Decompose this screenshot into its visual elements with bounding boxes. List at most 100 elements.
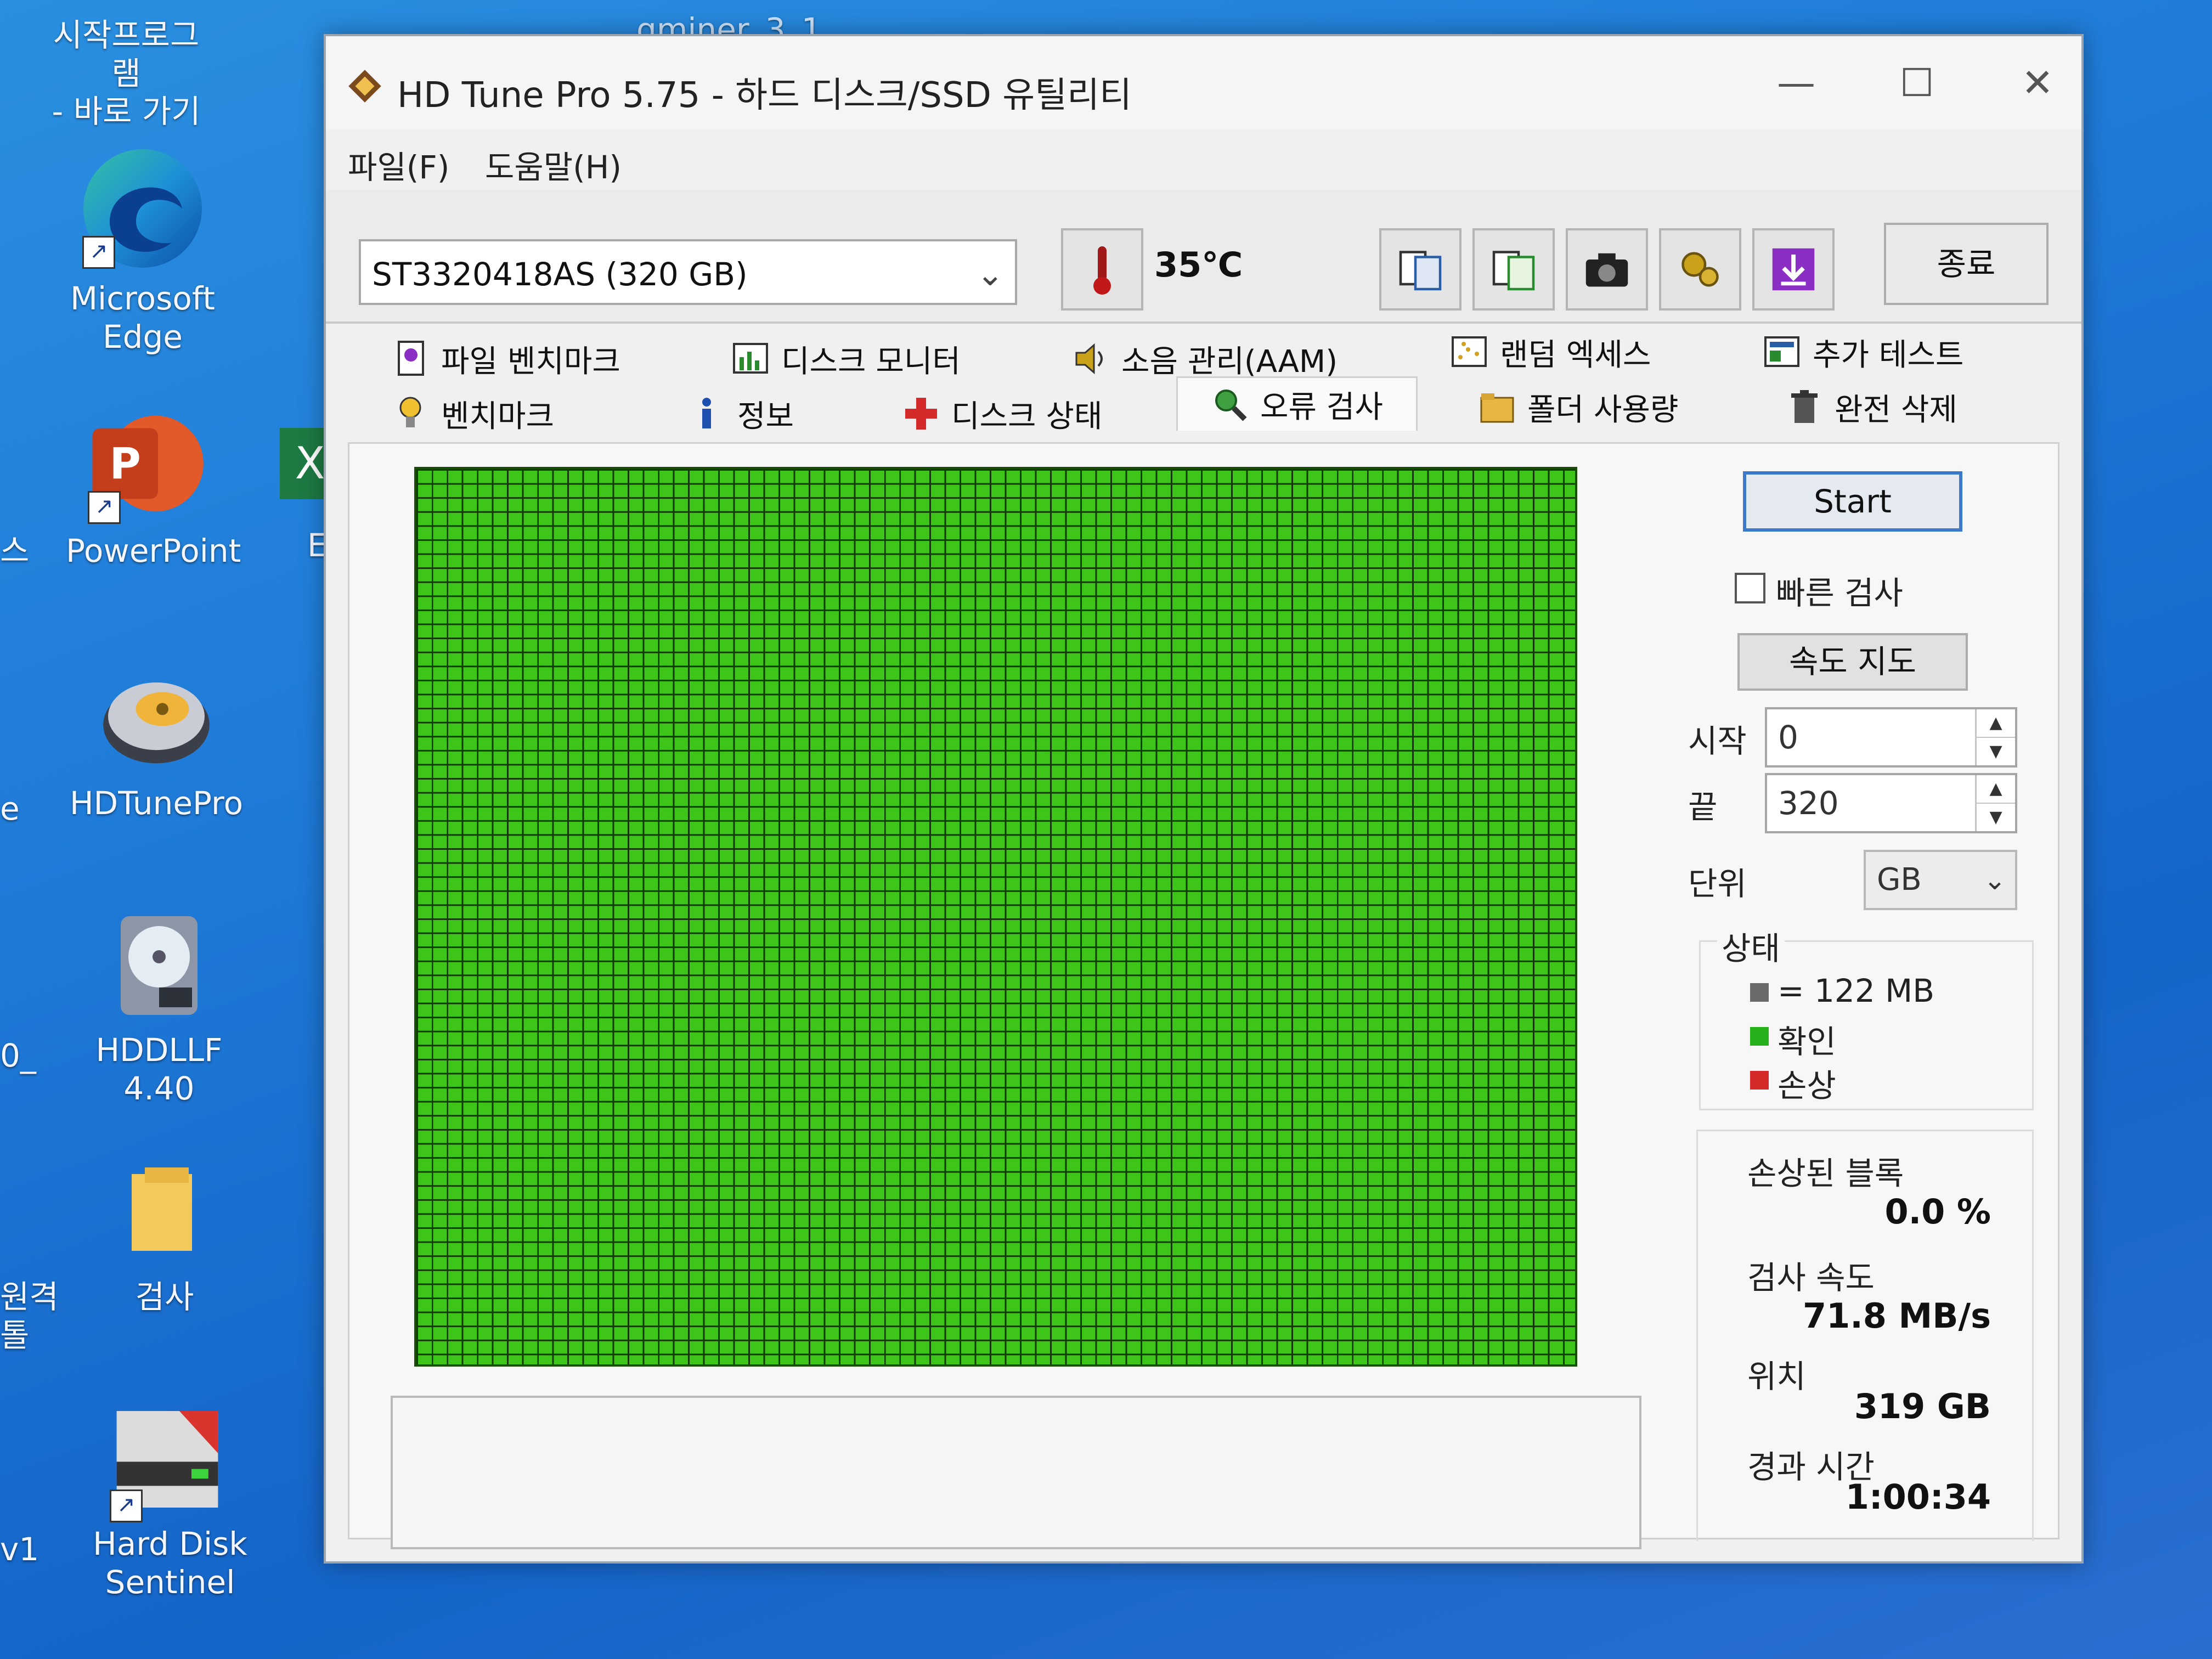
status-group: 상태 = 122 MB 확인 손상 <box>1699 923 2034 1110</box>
tab-label: 랜덤 엑세스 <box>1500 337 1651 373</box>
hdtunepro-shortcut[interactable]: HDTunePro <box>66 658 247 834</box>
edge-fragment: 0_ <box>0 1037 36 1074</box>
excel-shortcut[interactable]: X Ex <box>274 417 324 571</box>
copy-all-button[interactable] <box>1472 228 1555 311</box>
tab-extra-tests[interactable]: 추가 테스트 <box>1763 326 1963 379</box>
exit-button[interactable]: 종료 <box>1884 223 2049 305</box>
shortcut-arrow-icon: ↗ <box>110 1489 143 1522</box>
screenshot-button[interactable] <box>1566 228 1648 311</box>
hddllf-shortcut[interactable]: HDDLLF 4.40 <box>66 911 252 1107</box>
svg-text:P: P <box>110 439 141 489</box>
menu-file[interactable]: 파일(F) <box>348 142 449 188</box>
unit-label: 단위 <box>1688 865 1747 902</box>
edge-fragment: v1 <box>0 1531 40 1568</box>
edge-shortcut[interactable]: ↗ Microsoft Edge <box>70 143 215 373</box>
excel-icon: X <box>280 428 324 499</box>
folder-icon <box>132 1167 192 1251</box>
options-button[interactable] <box>1659 228 1741 311</box>
start-shortcut-label[interactable]: 시작프로그램 - 바로 가기 <box>38 16 214 131</box>
chevron-down-icon: ⌄ <box>1983 864 2006 896</box>
end-position-input[interactable]: 320 ▲ ▼ <box>1765 773 2017 833</box>
extra-tests-icon <box>1763 333 1802 371</box>
spin-up-icon[interactable]: ▲ <box>1975 709 2015 738</box>
unit-select[interactable]: GB ⌄ <box>1864 850 2017 910</box>
hdtune-window: HD Tune Pro 5.75 - 하드 디스크/SSD 유틸리티 — ☐ ✕… <box>324 34 2084 1564</box>
hds-label-line1: Hard Disk <box>93 1525 247 1562</box>
spin-up-icon[interactable]: ▲ <box>1975 775 2015 804</box>
download-icon <box>1772 248 1815 291</box>
shortcut-arrow-icon: ↗ <box>88 491 121 524</box>
start-button[interactable]: Start <box>1743 471 1962 532</box>
tab-disk-monitor[interactable]: 디스크 모니터 <box>732 332 961 385</box>
legend-block-size-swatch <box>1750 983 1769 1002</box>
hdtunepro-label: HDTunePro <box>69 785 244 822</box>
edge-fragment: 톨 <box>0 1317 30 1354</box>
camera-icon <box>1585 253 1628 287</box>
menu-help[interactable]: 도움말(H) <box>485 142 622 188</box>
position-value: 319 GB <box>1854 1386 1991 1426</box>
toolbar: ST3320418AS (320 GB) ⌄ 35℃ 종료 <box>326 190 2081 324</box>
block-map <box>414 467 1577 1367</box>
hddllf-label: HDDLLF 4.40 <box>95 1031 223 1107</box>
excel-label: Ex <box>307 527 324 564</box>
edge-fragment: 스 <box>0 532 30 569</box>
quick-scan-label: 빠른 검사 <box>1776 574 1903 612</box>
drive-select[interactable]: ST3320418AS (320 GB) ⌄ <box>359 239 1017 305</box>
start-position-value: 0 <box>1778 719 1798 756</box>
start-position-input[interactable]: 0 ▲ ▼ <box>1765 707 2017 768</box>
tab-benchmark[interactable]: 벤치마크 <box>392 387 554 440</box>
maximize-button[interactable]: ☐ <box>1884 58 1950 108</box>
window-title: HD Tune Pro 5.75 - 하드 디스크/SSD 유틸리티 <box>397 75 1132 116</box>
tab-label: 오류 검사 <box>1260 389 1383 425</box>
unit-select-value: GB <box>1877 862 1922 898</box>
copy-info-button[interactable] <box>1379 228 1462 311</box>
end-position-value: 320 <box>1778 785 1839 822</box>
tab-label: 파일 벤치마크 <box>441 343 620 380</box>
title-bar[interactable]: HD Tune Pro 5.75 - 하드 디스크/SSD 유틸리티 — ☐ ✕ <box>326 36 2081 129</box>
quick-scan-checkbox[interactable] <box>1735 573 1765 603</box>
legend-damaged-swatch <box>1750 1071 1769 1090</box>
spin-down-icon[interactable]: ▼ <box>1975 804 2015 831</box>
scan-speed-label: 검사 속도 <box>1747 1259 1875 1296</box>
speed-map-button[interactable]: 속도 지도 <box>1737 633 1968 691</box>
hds-label-line2: Sentinel <box>105 1563 235 1601</box>
hddllf-icon <box>121 916 198 1015</box>
check-folder-shortcut[interactable]: 검사 <box>99 1163 230 1328</box>
close-button[interactable]: ✕ <box>2005 58 2070 108</box>
edge-fragment: e <box>0 790 20 827</box>
disk-monitor-icon <box>732 340 770 378</box>
scan-stats-group: 손상된 블록 0.0 % 검사 속도 71.8 MB/s 위치 319 GB 경… <box>1696 1130 2034 1541</box>
powerpoint-shortcut[interactable]: P ↗ PowerPoint <box>66 400 241 576</box>
tab-info[interactable]: 정보 <box>688 387 794 440</box>
trash-icon <box>1785 388 1824 426</box>
status-label: 상태 <box>1717 923 1785 969</box>
tab-label: 디스크 모니터 <box>781 343 961 380</box>
chevron-down-icon: ⌄ <box>976 255 1004 294</box>
download-button[interactable] <box>1752 228 1835 311</box>
start-field-label: 시작 <box>1688 723 1747 760</box>
tab-erase[interactable]: 완전 삭제 <box>1785 381 1957 433</box>
edge-label: Microsoft Edge <box>66 280 219 356</box>
drive-select-value: ST3320418AS (320 GB) <box>372 256 748 293</box>
tab-file-benchmark[interactable]: 파일 벤치마크 <box>392 332 620 385</box>
hard-disk-sentinel-label: Hard Disk Sentinel <box>82 1525 258 1601</box>
tab-folder-usage[interactable]: 폴더 사용량 <box>1478 381 1678 433</box>
temperature-value: 35℃ <box>1154 245 1243 285</box>
check-folder-label: 검사 <box>135 1278 194 1316</box>
minimize-button[interactable]: — <box>1763 58 1829 108</box>
start-shortcut-line2: - 바로 가기 <box>52 93 201 131</box>
tab-error-scan[interactable]: 오류 검사 <box>1176 376 1418 431</box>
tab-random-access[interactable]: 랜덤 엑세스 <box>1451 326 1651 379</box>
gear-icon <box>1681 252 1719 287</box>
temperature-button[interactable] <box>1061 228 1143 311</box>
benchmark-icon <box>392 394 430 433</box>
tab-strip: 파일 벤치마크 디스크 모니터 소음 관리(AAM) 랜덤 엑세스 추가 테스트 <box>348 332 2059 442</box>
file-benchmark-icon <box>392 340 430 378</box>
damaged-blocks-value: 0.0 % <box>1884 1192 1991 1232</box>
tab-health[interactable]: 디스크 상태 <box>902 387 1102 440</box>
menu-bar: 파일(F) 도움말(H) <box>326 129 2081 190</box>
hard-disk-sentinel-shortcut[interactable]: ↗ Hard Disk Sentinel <box>82 1399 258 1607</box>
spin-down-icon[interactable]: ▼ <box>1975 738 2015 765</box>
tab-label: 벤치마크 <box>441 398 555 435</box>
scan-log-box <box>391 1396 1641 1549</box>
